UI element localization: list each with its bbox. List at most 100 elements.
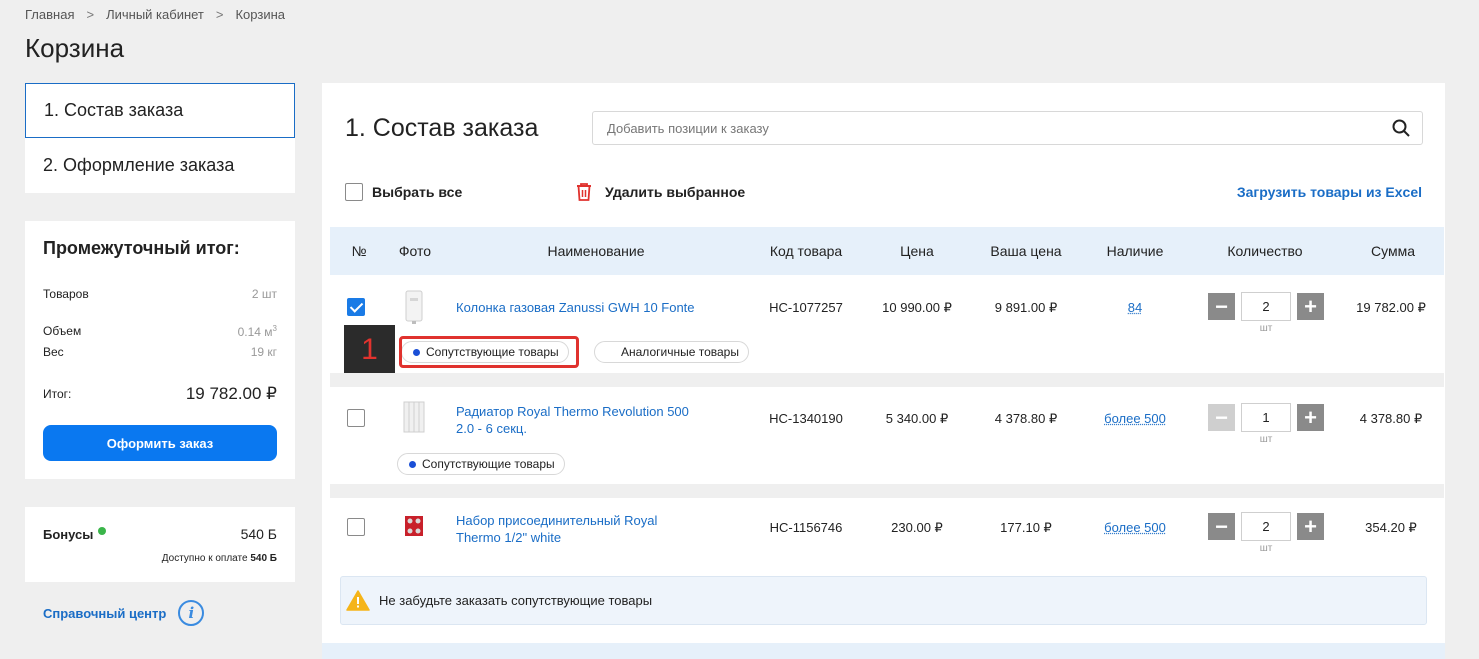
breadcrumb-separator: > <box>215 7 224 22</box>
col-quantity: Количество <box>1227 243 1303 259</box>
help-center-label[interactable]: Справочный центр <box>43 606 166 621</box>
subtotal-total-row: Итог: 19 782.00 ₽ <box>43 384 277 404</box>
select-all-checkbox[interactable] <box>345 183 363 201</box>
breadcrumb-item-cart: Корзина <box>235 7 286 22</box>
quantity-unit: шт <box>1259 543 1273 554</box>
section-title: 1. Состав заказа <box>345 114 539 142</box>
col-number: № <box>351 243 367 259</box>
quantity-decrease-button[interactable]: − <box>1208 404 1235 431</box>
stock-link[interactable]: более 500 <box>1104 411 1166 426</box>
bonus-title: Бонусы <box>43 526 107 542</box>
place-order-button[interactable]: Оформить заказ <box>43 425 277 461</box>
product-name-link[interactable]: Набор присоединительный Royal Thermo 1/2"… <box>456 512 657 546</box>
subtotal-title: Промежуточный итог: <box>43 238 240 258</box>
subtotal-items-row: Товаров 2 шт <box>43 287 277 301</box>
add-position-search <box>592 111 1423 145</box>
annotation-highlight <box>399 336 579 368</box>
help-center-link[interactable]: Справочный центр i <box>43 600 205 626</box>
weight-value: 19 кг <box>250 345 277 359</box>
product-price: 230.00 ₽ <box>891 520 943 535</box>
bonus-icon <box>98 526 107 535</box>
annotation-badge: 1 <box>344 325 395 375</box>
table-header: № Фото Наименование Код товара Цена Ваша… <box>330 227 1444 275</box>
breadcrumb: Главная > Личный кабинет > Корзина <box>25 7 285 22</box>
subtotal-panel: Промежуточный итог: Товаров 2 шт Объем 0… <box>25 221 295 479</box>
volume-value: 0.14 м3 <box>237 324 277 339</box>
quantity-decrease-button[interactable]: − <box>1208 293 1235 320</box>
notice-text: Не забудьте заказать сопутствующие товар… <box>379 593 653 608</box>
breadcrumb-item-account[interactable]: Личный кабинет <box>106 7 204 22</box>
total-value: 19 782.00 ₽ <box>185 384 277 403</box>
quantity-increase-button[interactable]: + <box>1297 293 1324 320</box>
col-price: Цена <box>900 243 934 259</box>
search-icon[interactable] <box>1392 119 1410 137</box>
product-code: НС-1340190 <box>769 411 843 426</box>
select-all-label[interactable]: Выбрать все <box>372 184 462 200</box>
related-products-pill[interactable]: Сопутствующие товары <box>397 453 565 475</box>
quantity-increase-button[interactable]: + <box>1297 404 1324 431</box>
volume-label: Объем <box>43 324 82 338</box>
product-photo[interactable] <box>400 290 428 324</box>
product-price: 5 340.00 ₽ <box>885 411 949 426</box>
items-label: Товаров <box>43 287 89 301</box>
product-code: НС-1156746 <box>769 520 843 535</box>
step-checkout[interactable]: 2. Оформление заказа <box>25 138 295 193</box>
row-checkbox[interactable] <box>347 409 365 427</box>
stock-link[interactable]: 84 <box>1128 300 1142 315</box>
delete-selected-button[interactable]: Удалить выбранное <box>575 182 745 202</box>
product-your-price: 9 891.00 ₽ <box>994 300 1058 315</box>
items-value: 2 шт <box>251 287 277 301</box>
quantity-input[interactable] <box>1241 512 1291 541</box>
search-input[interactable] <box>593 112 1373 144</box>
order-contents-panel: 1. Состав заказа Выбрать все Удалить выб… <box>322 83 1445 643</box>
row-divider <box>330 484 1444 498</box>
product-code: НС-1077257 <box>769 300 843 315</box>
bonus-label: Бонусы <box>43 527 94 542</box>
quantity-unit: шт <box>1259 323 1273 334</box>
col-stock: Наличие <box>1106 243 1164 259</box>
weight-label: Вес <box>43 345 64 359</box>
bonus-available: Доступно к оплате 540 Б <box>161 553 277 564</box>
delete-selected-label[interactable]: Удалить выбранное <box>605 184 745 200</box>
subtotal-volume-row: Объем 0.14 м3 <box>43 324 277 339</box>
row-sum: 4 378.80 ₽ <box>1359 411 1423 426</box>
bonus-panel: Бонусы 540 Б Доступно к оплате 540 Б <box>25 507 295 582</box>
info-icon[interactable]: i <box>178 600 205 626</box>
breadcrumb-item-home[interactable]: Главная <box>25 7 74 22</box>
col-your-price: Ваша цена <box>990 243 1062 259</box>
upload-excel-link[interactable]: Загрузить товары из Excel <box>1237 184 1422 200</box>
quantity-input[interactable] <box>1241 292 1291 321</box>
similar-products-pill[interactable]: Аналогичные товары <box>594 341 749 363</box>
quantity-input[interactable] <box>1241 403 1291 432</box>
related-products-notice: Не забудьте заказать сопутствующие товар… <box>340 576 1427 625</box>
quantity-unit: шт <box>1259 434 1273 445</box>
row-checkbox[interactable] <box>347 518 365 536</box>
product-photo[interactable] <box>400 510 428 544</box>
product-your-price: 4 378.80 ₽ <box>994 411 1058 426</box>
warning-icon <box>346 590 370 611</box>
row-sum: 19 782.00 ₽ <box>1356 300 1426 315</box>
product-price: 10 990.00 ₽ <box>882 300 952 315</box>
order-steps: 1. Состав заказа 2. Оформление заказа <box>25 83 295 193</box>
col-sum: Сумма <box>1371 243 1415 259</box>
row-checkbox[interactable] <box>347 298 365 316</box>
product-name-link[interactable]: Колонка газовая Zanussi GWH 10 Fonte <box>456 299 695 316</box>
product-photo[interactable] <box>400 400 428 434</box>
next-section-edge <box>322 643 1445 659</box>
page-title: Корзина <box>25 33 125 63</box>
select-all[interactable]: Выбрать все <box>345 183 462 201</box>
subtotal-weight-row: Вес 19 кг <box>43 345 277 359</box>
stock-link[interactable]: более 500 <box>1104 520 1166 535</box>
col-photo: Фото <box>398 243 432 259</box>
row-divider <box>330 373 1444 387</box>
col-name: Наименование <box>547 243 645 259</box>
active-dot-icon <box>409 461 416 468</box>
quantity-increase-button[interactable]: + <box>1297 513 1324 540</box>
bonus-value: 540 Б <box>240 526 277 542</box>
step-order-contents[interactable]: 1. Состав заказа <box>25 83 295 138</box>
trash-icon[interactable] <box>575 182 593 202</box>
product-name-link[interactable]: Радиатор Royal Thermo Revolution 500 2.0 … <box>456 403 689 437</box>
breadcrumb-separator: > <box>86 7 95 22</box>
total-label: Итог: <box>43 387 72 401</box>
quantity-decrease-button[interactable]: − <box>1208 513 1235 540</box>
